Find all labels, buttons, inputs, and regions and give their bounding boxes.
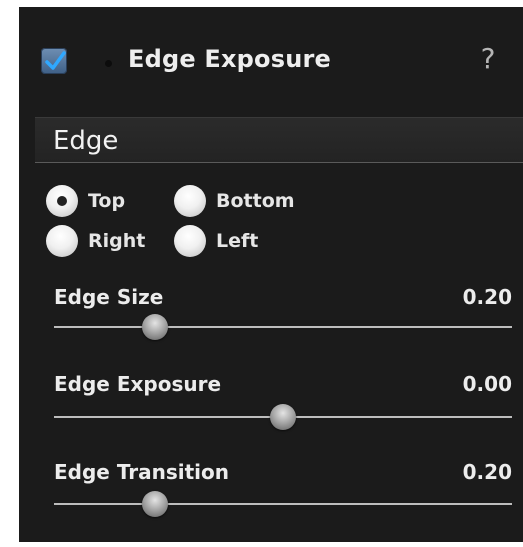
radio-top[interactable]: Top — [46, 185, 125, 217]
edge-size-slider-track[interactable] — [54, 326, 512, 328]
edge-size-value: 0.20 — [462, 285, 512, 309]
help-icon[interactable]: ? — [475, 43, 501, 75]
edge-transition-slider-track[interactable] — [54, 503, 512, 505]
enable-checkbox[interactable] — [41, 48, 67, 74]
panel-header: Edge Exposure ? — [19, 7, 523, 112]
edge-transition-value: 0.20 — [462, 460, 512, 484]
radio-unselected-icon — [174, 185, 206, 217]
radio-label-top: Top — [88, 190, 126, 212]
section-title: Edge — [53, 126, 119, 156]
edge-exposure-value: 0.00 — [462, 372, 512, 396]
radio-unselected-icon — [174, 225, 206, 257]
radio-left[interactable]: Left — [174, 225, 258, 257]
checkmark-icon — [45, 51, 66, 70]
edge-transition-label: Edge Transition — [54, 460, 230, 484]
edge-exposure-slider-thumb[interactable] — [270, 404, 296, 430]
edge-size-label: Edge Size — [54, 285, 164, 309]
edge-size-slider-thumb[interactable] — [141, 314, 168, 340]
radio-unselected-icon — [46, 225, 78, 257]
edge-exposure-label: Edge Exposure — [54, 372, 222, 396]
radio-label-left: Left — [216, 230, 259, 252]
radio-selected-icon — [46, 185, 78, 217]
panel-title: Edge Exposure — [128, 45, 332, 73]
radio-bottom[interactable]: Bottom — [174, 185, 295, 217]
edge-exposure-panel: Edge Exposure ? Edge Top Bottom Right Le… — [19, 7, 523, 542]
collapse-toggle-icon[interactable] — [105, 60, 112, 67]
radio-label-bottom: Bottom — [216, 190, 295, 212]
radio-label-right: Right — [88, 230, 146, 252]
radio-right[interactable]: Right — [46, 225, 145, 257]
edge-transition-slider-thumb[interactable] — [141, 491, 168, 517]
section-header: Edge — [35, 117, 523, 163]
